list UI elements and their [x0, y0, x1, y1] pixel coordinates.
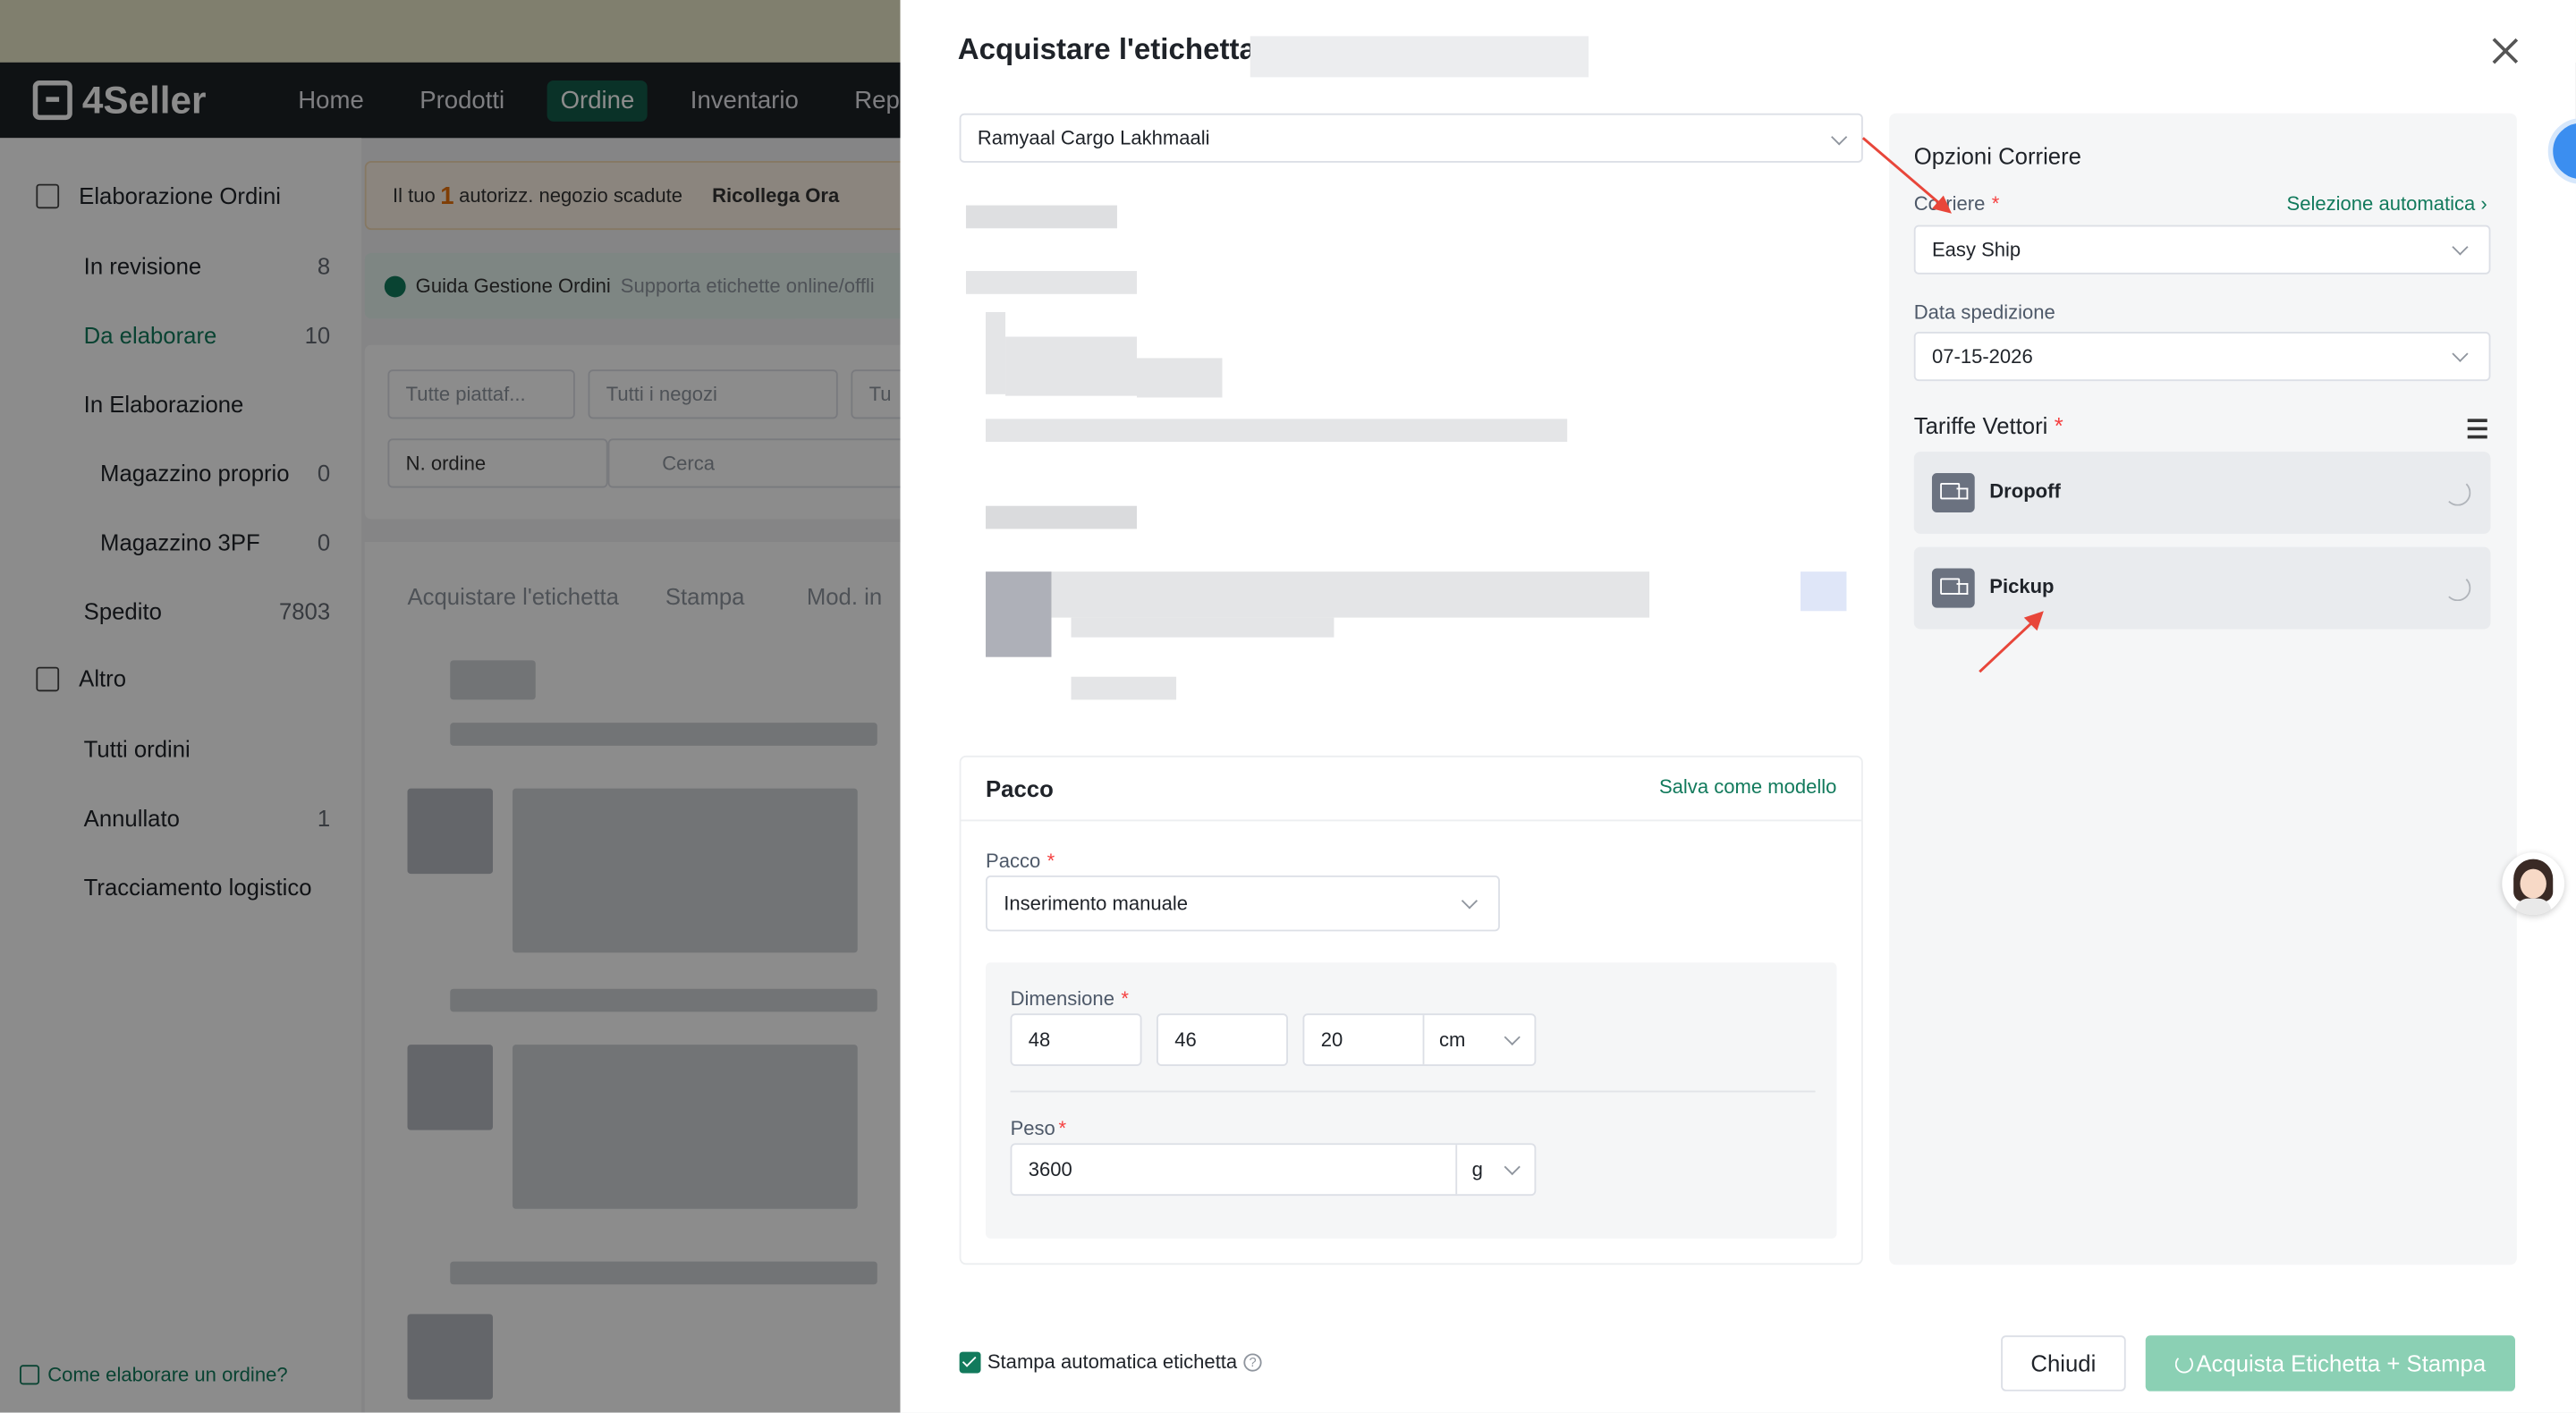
loading-spinner-icon [2174, 1354, 2193, 1373]
chevron-down-icon [1504, 1028, 1521, 1045]
rate-name: Dropoff [1989, 479, 2061, 503]
checkbox-checked-icon [959, 1350, 981, 1373]
rate-option-pickup[interactable]: Pickup [1913, 546, 2491, 630]
package-heading: Pacco [986, 774, 1054, 802]
ship-date-value: 07-15-2026 [1931, 344, 2033, 368]
carrier-select[interactable]: Easy Ship [1913, 224, 2491, 275]
ship-date-label: Data spedizione [1913, 300, 2055, 324]
save-template-link[interactable]: Salva come modello [1659, 775, 1836, 799]
truck-icon [1931, 568, 1975, 608]
rate-option-dropoff[interactable]: Dropoff [1913, 452, 2491, 534]
package-type-value: Inserimento manuale [1004, 892, 1189, 916]
loading-spinner-icon [2445, 479, 2471, 506]
auto-print-checkbox[interactable]: Stampa automatica etichetta ? [959, 1350, 1262, 1374]
redacted-order-id [1250, 36, 1589, 78]
package-type-select[interactable]: Inserimento manuale [986, 875, 1500, 932]
chevron-down-icon [1831, 129, 1848, 146]
carrier-options-heading: Opzioni Corriere [1913, 142, 2081, 170]
divider [961, 819, 1861, 822]
loading-spinner-icon [2445, 574, 2471, 602]
ship-date-picker[interactable]: 07-15-2026 [1913, 332, 2491, 382]
buy-and-print-button[interactable]: Acquista Etichetta + Stampa [2145, 1335, 2515, 1392]
length-input[interactable]: 48 [1010, 1013, 1142, 1067]
weight-unit-select[interactable]: g [1472, 1158, 1483, 1181]
dimension-unit-select[interactable]: cm [1439, 1028, 1465, 1052]
height-input[interactable]: 20 cm [1302, 1013, 1537, 1067]
width-input[interactable]: 46 [1157, 1013, 1288, 1067]
drawer-title: Acquistare l'etichetta [957, 32, 1256, 66]
chevron-down-icon [1504, 1158, 1521, 1176]
weight-input[interactable]: 3600 g [1010, 1143, 1537, 1197]
auto-print-label: Stampa automatica etichetta [987, 1350, 1238, 1374]
weight-label: Peso * [1010, 1116, 1067, 1140]
dimension-label: Dimensione * [1010, 986, 1129, 1011]
address-select-value: Ramyaal Cargo Lakhmaali [977, 126, 1210, 150]
close-button[interactable]: Chiudi [2001, 1335, 2126, 1392]
carrier-options-panel: Opzioni Corriere Corriere * Selezione aut… [1889, 113, 2517, 1265]
carrier-label: Corriere * [1913, 191, 2000, 216]
modal-overlay[interactable] [0, 0, 901, 1413]
chevron-down-icon [2452, 345, 2469, 362]
support-avatar[interactable] [2502, 852, 2565, 916]
chevron-down-icon [2452, 239, 2469, 256]
divider [1422, 1015, 1425, 1065]
rate-name: Pickup [1989, 574, 2055, 598]
buy-label-drawer: Acquistare l'etichetta Ramyaal Cargo Lak… [900, 0, 2576, 1413]
divider [1010, 1090, 1816, 1093]
height-value: 20 [1320, 1028, 1343, 1052]
carrier-select-value: Easy Ship [1931, 238, 2021, 262]
divider [1455, 1145, 1458, 1195]
buy-button-label: Acquista Etichetta + Stampa [2196, 1350, 2487, 1377]
truck-icon [1931, 472, 1975, 513]
weight-value: 3600 [1028, 1157, 1072, 1181]
dimensions-box: Dimensione * 48 46 20 cm Peso * 3600 g [986, 962, 1837, 1239]
close-icon[interactable] [2490, 36, 2520, 65]
auto-select-link[interactable]: Selezione automatica › [2287, 192, 2487, 216]
list-settings-icon[interactable] [2467, 419, 2487, 438]
chevron-down-icon [1461, 893, 1479, 910]
carrier-rates-label: Tariffe Vettori * [1913, 412, 2063, 439]
address-select[interactable]: Ramyaal Cargo Lakhmaali [959, 113, 1863, 163]
help-circle-icon[interactable]: ? [1243, 1352, 1262, 1371]
package-card: Pacco Salva come modello Pacco * Inserime… [959, 755, 1863, 1265]
package-type-label: Pacco * [986, 849, 1055, 873]
